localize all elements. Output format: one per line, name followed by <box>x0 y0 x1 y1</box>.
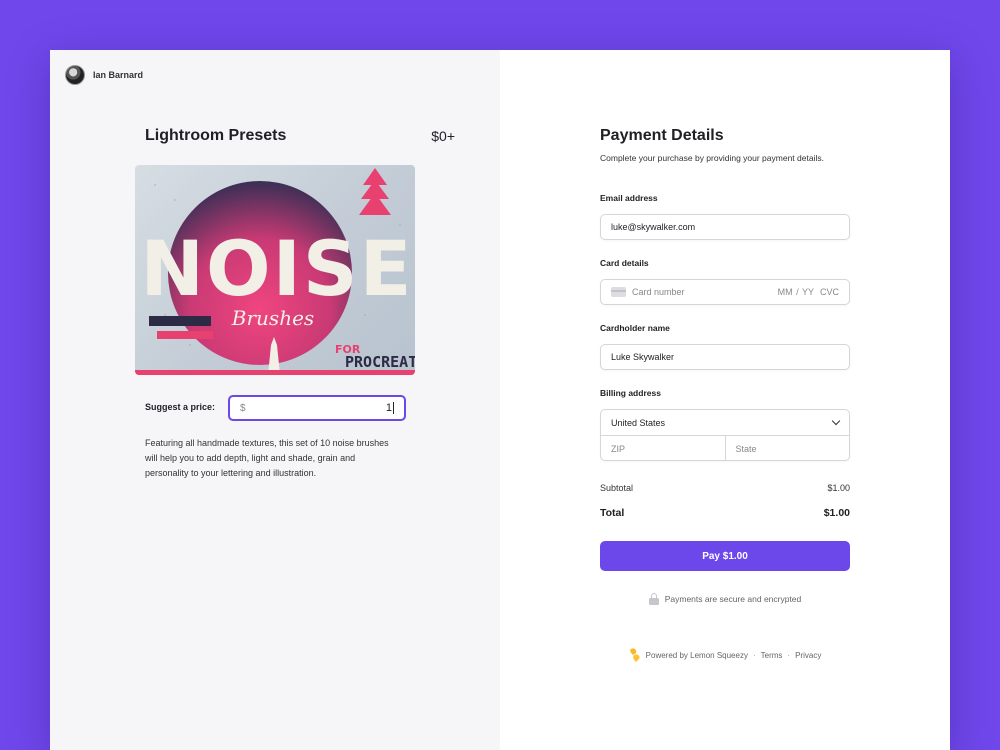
cardholder-value: Luke Skywalker <box>611 352 675 362</box>
total-row: Total $1.00 <box>600 507 850 519</box>
credit-card-icon <box>611 287 626 297</box>
suggest-price-label: Suggest a price: <box>145 402 216 412</box>
product-panel: Ian Barnard Lightroom Presets $0+ NOISE … <box>50 50 500 750</box>
artwork-script: Brushes <box>231 306 314 330</box>
product-title: Lightroom Presets <box>145 127 287 144</box>
seller-avatar <box>65 65 85 85</box>
card-number-placeholder: Card number <box>632 287 685 297</box>
card-details-label: Card details <box>600 258 649 268</box>
subtotal-row: Subtotal $1.00 <box>600 483 850 493</box>
card-number-field[interactable]: Card number MM / YY CVC <box>600 279 850 305</box>
seller-name: Ian Barnard <box>93 70 144 80</box>
artwork-corner-line2: PROCREATE <box>345 353 415 371</box>
state-field[interactable]: State <box>724 436 850 461</box>
text-caret <box>393 402 394 415</box>
powered-by-link[interactable]: Powered by Lemon Squeezy <box>646 651 748 660</box>
email-field[interactable]: luke@skywalker.com <box>600 214 850 240</box>
email-label: Email address <box>600 193 658 203</box>
chevron-down-icon <box>831 416 841 426</box>
country-select[interactable]: United States <box>601 410 849 436</box>
country-value: United States <box>611 417 666 428</box>
card-expiry-cvc: MM / YY CVC <box>778 287 839 297</box>
seller-info: Ian Barnard <box>65 65 143 85</box>
footer-separator: · <box>787 650 791 660</box>
artwork-title: NOISE <box>140 224 413 313</box>
terms-link[interactable]: Terms <box>761 651 783 660</box>
billing-label: Billing address <box>600 388 661 398</box>
total-value: $1.00 <box>823 507 850 519</box>
noise-brushes-artwork: NOISE Brushes FOR PROCREATE <box>135 168 415 375</box>
product-image: NOISE Brushes FOR PROCREATE <box>135 165 415 375</box>
payment-panel: Payment Details Complete your purchase b… <box>500 50 950 750</box>
secure-note-text: Payments are secure and encrypted <box>664 594 802 604</box>
suggest-price-input[interactable]: $ 1 <box>228 395 406 421</box>
currency-prefix: $ <box>240 402 246 414</box>
subtotal-label: Subtotal <box>600 483 634 493</box>
product-description: Featuring all handmade textures, this se… <box>145 438 389 478</box>
secure-note: Payments are secure and encrypted <box>500 593 950 605</box>
product-price: $0+ <box>431 128 455 144</box>
cardholder-label: Cardholder name <box>600 323 670 333</box>
footer-separator: · <box>752 650 756 660</box>
cardholder-field[interactable]: Luke Skywalker <box>600 344 850 370</box>
price-value-text: 1 <box>385 401 392 414</box>
payment-subtitle: Complete your purchase by providing your… <box>600 153 824 163</box>
billing-address-group: United States ZIP State <box>600 409 850 461</box>
email-value: luke@skywalker.com <box>611 222 696 232</box>
footer: Powered by Lemon Squeezy · Terms · Priva… <box>500 647 950 663</box>
total-label: Total <box>600 507 625 519</box>
expiry-placeholder[interactable]: MM / YY <box>778 287 814 297</box>
pay-button[interactable]: Pay $1.00 <box>600 541 850 571</box>
price-input-value: 1 <box>385 401 394 415</box>
checkout-window: Ian Barnard Lightroom Presets $0+ NOISE … <box>50 50 950 750</box>
lock-icon <box>648 593 659 605</box>
subtotal-value: $1.00 <box>827 483 850 493</box>
zip-field[interactable]: ZIP <box>601 436 725 461</box>
lemon-squeezy-logo-icon <box>629 648 640 662</box>
payment-title: Payment Details <box>600 127 724 144</box>
privacy-link[interactable]: Privacy <box>795 651 821 660</box>
cvc-placeholder[interactable]: CVC <box>820 287 839 297</box>
